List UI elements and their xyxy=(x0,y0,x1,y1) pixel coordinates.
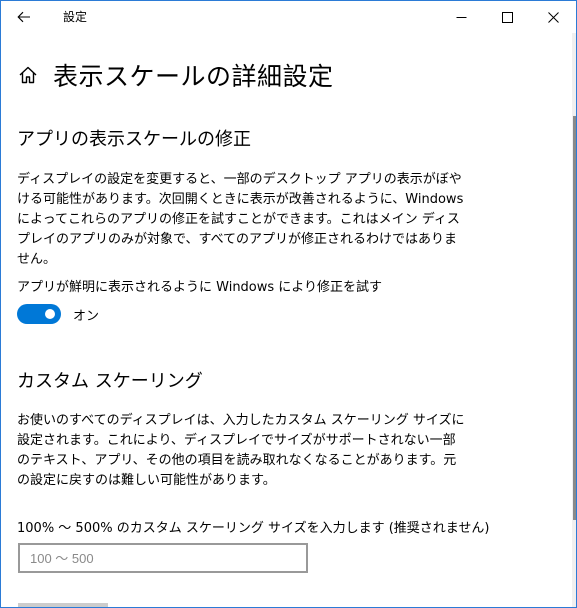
fix-toggle-row: オン xyxy=(17,304,99,324)
custom-scaling-description: お使いのすべてのディスプレイは、入力したカスタム スケーリング サイズに設定され… xyxy=(17,413,465,488)
settings-window: 設定 表示スケールの詳細設定 アプリの表示スケールの修正 ディスプレイの設定を変… xyxy=(0,0,577,608)
maximize-icon xyxy=(501,11,513,23)
title-bar: 設定 xyxy=(1,1,576,33)
fix-section-title: アプリの表示スケールの修正 xyxy=(17,129,251,150)
custom-scaling-title: カスタム スケーリング xyxy=(17,371,203,392)
maximize-button[interactable] xyxy=(484,1,530,33)
page-title: 表示スケールの詳細設定 xyxy=(53,62,334,91)
apply-button[interactable] xyxy=(18,603,108,607)
back-button[interactable] xyxy=(1,1,47,33)
scrollbar-thumb[interactable] xyxy=(573,116,576,520)
home-icon[interactable] xyxy=(17,64,39,86)
fix-toggle-label: アプリが鮮明に表示されるように Windows により修正を試す xyxy=(17,280,383,295)
fix-apps-toggle[interactable] xyxy=(17,304,61,324)
page-header: 表示スケールの詳細設定 xyxy=(17,57,334,93)
window-title: 設定 xyxy=(63,10,88,24)
minimize-button[interactable] xyxy=(438,1,484,33)
custom-scaling-input-label: 100% 〜 500% のカスタム スケーリング サイズを入力します (推奨され… xyxy=(17,521,490,536)
toggle-state-label: オン xyxy=(73,308,100,324)
back-arrow-icon xyxy=(17,11,30,23)
custom-scaling-input[interactable] xyxy=(18,543,308,573)
toggle-knob xyxy=(45,309,55,319)
close-icon xyxy=(547,11,559,23)
fix-section-description: ディスプレイの設定を変更すると、一部のデスクトップ アプリの表示がぼやける可能性… xyxy=(17,172,464,267)
minimize-icon xyxy=(456,16,466,18)
close-button[interactable] xyxy=(530,1,576,33)
